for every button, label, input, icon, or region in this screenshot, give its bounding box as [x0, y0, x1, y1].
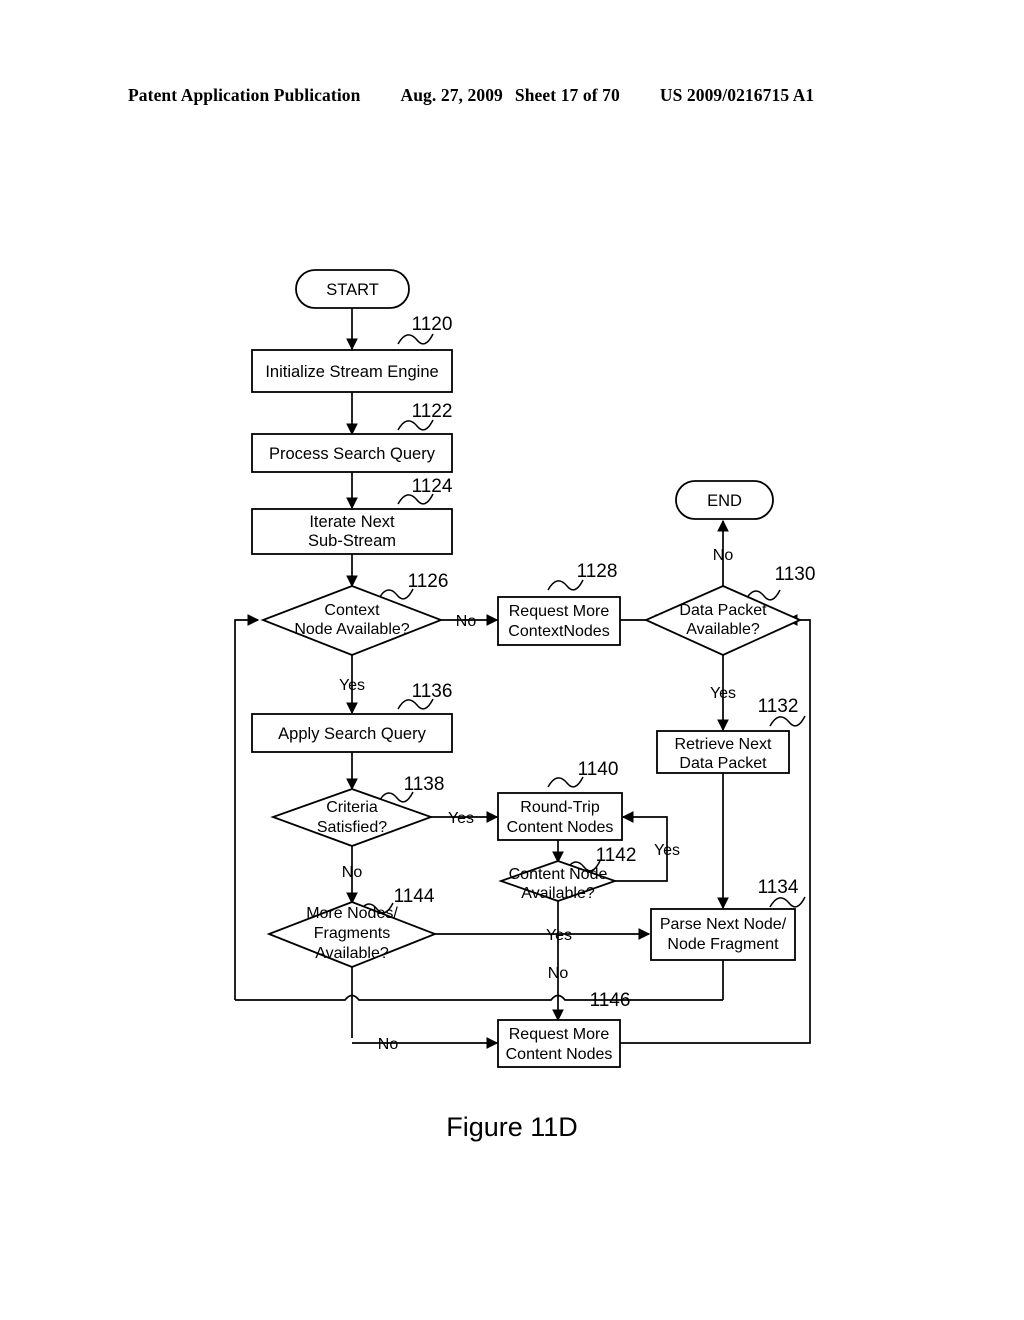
leader-1120 [397, 333, 434, 345]
node-1120-initialize-stream-engine[interactable]: Initialize Stream Engine [251, 349, 453, 393]
node-1136-apply-search-query[interactable]: Apply Search Query [251, 713, 453, 753]
ref-1138: 1138 [404, 774, 445, 795]
ref-1122: 1122 [412, 401, 453, 422]
ref-1124: 1124 [412, 476, 453, 497]
patent-page: Patent Application Publication Aug. 27, … [0, 0, 1024, 1320]
node-1128-label-line1: Request More [509, 603, 610, 620]
node-1140-round-trip-content-nodes[interactable]: Round-Trip Content Nodes [497, 792, 623, 841]
node-1124-label-line2: Sub-Stream [308, 532, 396, 550]
node-end[interactable]: END [675, 480, 774, 520]
node-1120-label: Initialize Stream Engine [265, 363, 438, 381]
ref-1126: 1126 [408, 571, 449, 592]
node-1144-label-line1: More Nodes/ [306, 905, 398, 922]
node-1128-request-more-contextnodes[interactable]: Request More ContextNodes [497, 596, 621, 646]
edge-label-1138-yes: Yes [448, 810, 474, 827]
ref-1136: 1136 [412, 681, 453, 702]
node-1144-more-nodes-fragments-available[interactable]: More Nodes/ Fragments Available? [266, 901, 438, 968]
node-1132-label-line2: Data Packet [679, 755, 767, 772]
node-1140-label-line2: Content Nodes [507, 819, 614, 836]
node-1130-label-line2: Available? [686, 621, 760, 638]
edge-label-1142-yes: Yes [546, 927, 572, 944]
ref-1130: 1130 [775, 564, 816, 585]
ref-1132: 1132 [758, 696, 799, 717]
leader-1134 [769, 896, 806, 908]
node-start-label: START [326, 281, 379, 299]
ref-1142: 1142 [596, 845, 637, 866]
node-1122-process-search-query[interactable]: Process Search Query [251, 433, 453, 473]
ref-1146: 1146 [590, 990, 631, 1011]
node-1130-label-line1: Data Packet [679, 602, 767, 619]
node-start[interactable]: START [295, 269, 410, 309]
node-1134-label-line2: Node Fragment [667, 936, 779, 953]
node-1144-label-line2: Fragments [314, 925, 390, 942]
node-1134-label-line1: Parse Next Node/ [660, 916, 787, 933]
node-end-label: END [707, 492, 742, 510]
ref-1120: 1120 [412, 314, 453, 335]
edge-label-1126-yes: Yes [339, 677, 365, 694]
node-1142-label-line1: Content Node [509, 866, 608, 883]
node-1132-label-line1: Retrieve Next [675, 736, 772, 753]
node-1138-criteria-satisfied[interactable]: Criteria Satisfied? [270, 788, 434, 847]
edge-label-1138-no: No [342, 864, 363, 881]
ref-1140: 1140 [578, 759, 619, 780]
figure-caption: Figure 11D [446, 1112, 578, 1142]
ref-1144: 1144 [394, 886, 435, 907]
node-1146-label-line2: Content Nodes [506, 1046, 613, 1063]
node-1138-label-line2: Satisfied? [317, 819, 387, 836]
node-1124-iterate-next-sub-stream[interactable]: Iterate Next Sub-Stream [251, 508, 453, 555]
ref-1128: 1128 [577, 561, 618, 582]
node-1126-context-node-available[interactable]: Context Node Available? [260, 585, 444, 656]
node-1146-label-line1: Request More [509, 1026, 610, 1043]
node-1142-label-line2: Available? [521, 885, 595, 902]
node-1136-label: Apply Search Query [278, 725, 426, 743]
node-1126-label-line2: Node Available? [294, 621, 409, 638]
edge-label-1130-yes: Yes [710, 685, 736, 702]
node-1126-label-line1: Context [324, 602, 380, 619]
edge-feedback-to-1126 [234, 614, 260, 1000]
edge-label-1144-no: No [378, 1036, 399, 1053]
ref-1134: 1134 [758, 877, 799, 898]
node-1128-label-line2: ContextNodes [508, 623, 609, 640]
node-1122-label: Process Search Query [269, 445, 436, 463]
edge-label-1130-no: No [713, 547, 734, 564]
node-1134-parse-next-node-fragment[interactable]: Parse Next Node/ Node Fragment [650, 908, 796, 961]
edge-label-1126-no: No [456, 613, 477, 630]
leader-1132 [769, 715, 806, 727]
edge-feedback-bus [235, 994, 723, 1001]
edge-1146-to-1130 [619, 614, 811, 1044]
edge-label-1142-yes-loop: Yes [654, 842, 680, 859]
node-1132-retrieve-next-data-packet[interactable]: Retrieve Next Data Packet [656, 730, 790, 774]
node-1146-request-more-content-nodes[interactable]: Request More Content Nodes [497, 1019, 621, 1068]
edge-label-1142-no: No [548, 965, 569, 982]
node-1142-content-node-available[interactable]: Content Node Available? [498, 860, 618, 902]
node-1140-label-line1: Round-Trip [520, 799, 600, 816]
node-1124-label-line1: Iterate Next [309, 513, 395, 531]
node-1144-label-line3: Available? [315, 945, 389, 962]
node-1138-label-line1: Criteria [326, 799, 378, 816]
